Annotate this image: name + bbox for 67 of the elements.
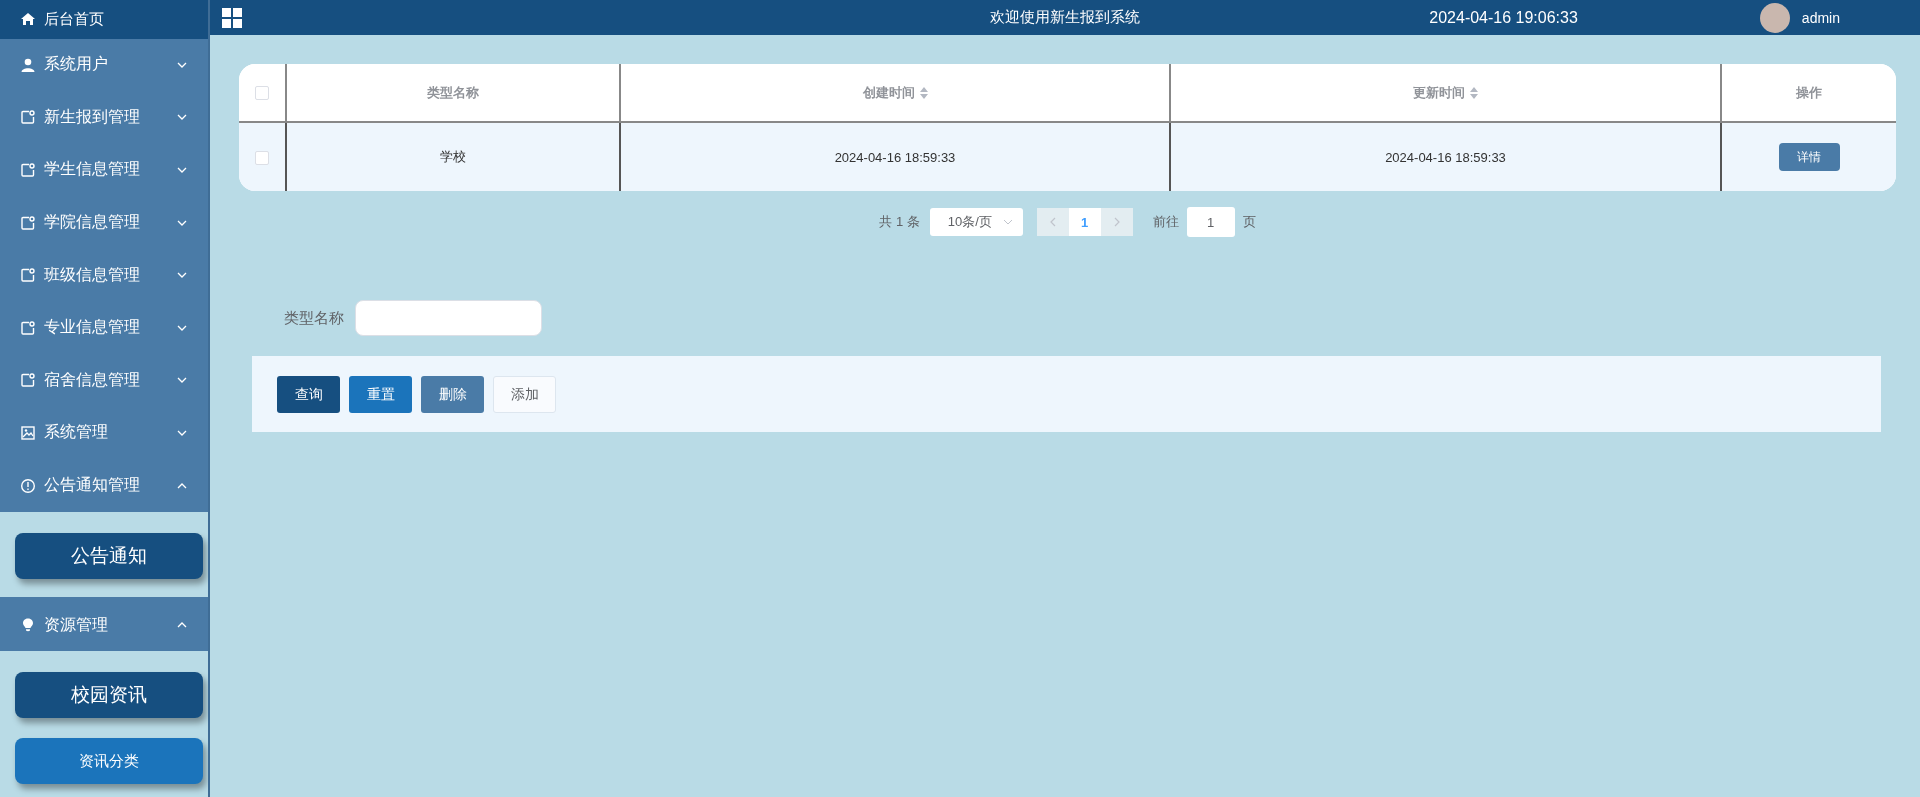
sort-icon[interactable] xyxy=(919,87,928,100)
page-size-select[interactable]: 10条/页 xyxy=(929,208,1023,236)
username-text[interactable]: admin xyxy=(1801,9,1840,26)
sidebar-item[interactable]: 系统用户 xyxy=(0,38,208,92)
grid-menu-icon[interactable] xyxy=(222,7,242,28)
chevron-icon xyxy=(1049,217,1056,227)
sidebar-item-label: 系统管理 xyxy=(44,422,109,443)
goto-page-input[interactable]: 1 xyxy=(1186,207,1235,237)
column-header: 操作 xyxy=(1722,64,1896,123)
sidebar-item-label: 宿舍信息管理 xyxy=(44,369,141,390)
sidebar-item[interactable]: 班级信息管理 xyxy=(0,248,208,302)
system-title: 欢迎使用新生报到系统 xyxy=(990,8,1140,25)
sidebar-item[interactable]: 学院信息管理 xyxy=(0,196,208,249)
sidebar-item[interactable]: 系统管理 xyxy=(0,406,208,460)
row-checkbox[interactable] xyxy=(255,150,269,165)
alert-icon xyxy=(20,477,36,494)
document-icon xyxy=(20,319,36,336)
action-button[interactable]: 查询 xyxy=(277,376,340,413)
document-icon xyxy=(20,162,36,178)
select-all-checkbox[interactable] xyxy=(255,86,269,101)
sidebar-item-label: 资源管理 xyxy=(44,614,109,635)
sidebar-item[interactable]: 公告通知管理 xyxy=(0,459,208,512)
table-cell: 学校 xyxy=(287,123,621,191)
column-header[interactable]: 更新时间 xyxy=(1171,64,1722,123)
table-cell: 2024-04-16 18:59:33 xyxy=(1171,123,1722,191)
action-button[interactable]: 添加 xyxy=(493,376,556,413)
sidebar-item-label: 系统用户 xyxy=(44,54,109,75)
input-field[interactable] xyxy=(355,300,542,336)
user-icon xyxy=(20,56,36,73)
sort-icon[interactable] xyxy=(1470,87,1478,100)
column-header: 类型名称 xyxy=(287,64,621,123)
submenu-button[interactable]: 校园资讯 xyxy=(15,672,203,719)
bulb-icon xyxy=(20,617,36,634)
sidebar-item-label: 学院信息管理 xyxy=(44,212,141,233)
action-button[interactable]: 删除 xyxy=(421,376,484,413)
sidebar-item[interactable]: 专业信息管理 xyxy=(0,301,208,355)
sidebar-item[interactable]: 资源管理 xyxy=(0,598,208,652)
table-cell: 2024-04-16 18:59:33 xyxy=(621,123,1171,191)
document-icon xyxy=(20,214,36,231)
document-icon xyxy=(20,267,36,284)
page-suffix: 页 xyxy=(1242,213,1256,231)
total-count: 共 1 条 xyxy=(879,213,920,231)
sidebar-item-label: 新生报到管理 xyxy=(44,106,141,127)
sidebar-item-label: 专业信息管理 xyxy=(44,317,141,338)
sidebar-item-label: 班级信息管理 xyxy=(44,264,141,285)
field-label: 类型名称 xyxy=(284,308,344,328)
page-number[interactable]: 1 xyxy=(1068,208,1101,236)
home-icon xyxy=(20,11,36,28)
avatar-icon[interactable] xyxy=(1759,2,1790,33)
document-icon xyxy=(20,372,36,389)
column-header[interactable]: 创建时间 xyxy=(621,64,1171,123)
sidebar-item-label: 公告通知管理 xyxy=(44,475,141,496)
chevron-icon xyxy=(1113,217,1120,227)
datetime-text: 2024-04-16 19:06:33 xyxy=(1429,8,1578,27)
sidebar-item-label: 后台首页 xyxy=(44,9,105,29)
goto-label: 前往 xyxy=(1152,213,1179,231)
chevron-icon xyxy=(1002,219,1013,225)
image-icon xyxy=(20,424,36,441)
sidebar-item-label: 学生信息管理 xyxy=(44,159,141,180)
document-icon xyxy=(20,109,36,126)
detail-button[interactable]: 详情 xyxy=(1778,143,1840,171)
action-button[interactable]: 重置 xyxy=(349,376,412,413)
sidebar-item[interactable]: 新生报到管理 xyxy=(0,91,208,144)
sidebar-item[interactable]: 学生信息管理 xyxy=(0,143,208,197)
submenu-button[interactable]: 公告通知 xyxy=(15,532,203,579)
submenu-button[interactable]: 资讯分类 xyxy=(15,738,203,785)
sidebar-item[interactable]: 宿舍信息管理 xyxy=(0,354,208,407)
